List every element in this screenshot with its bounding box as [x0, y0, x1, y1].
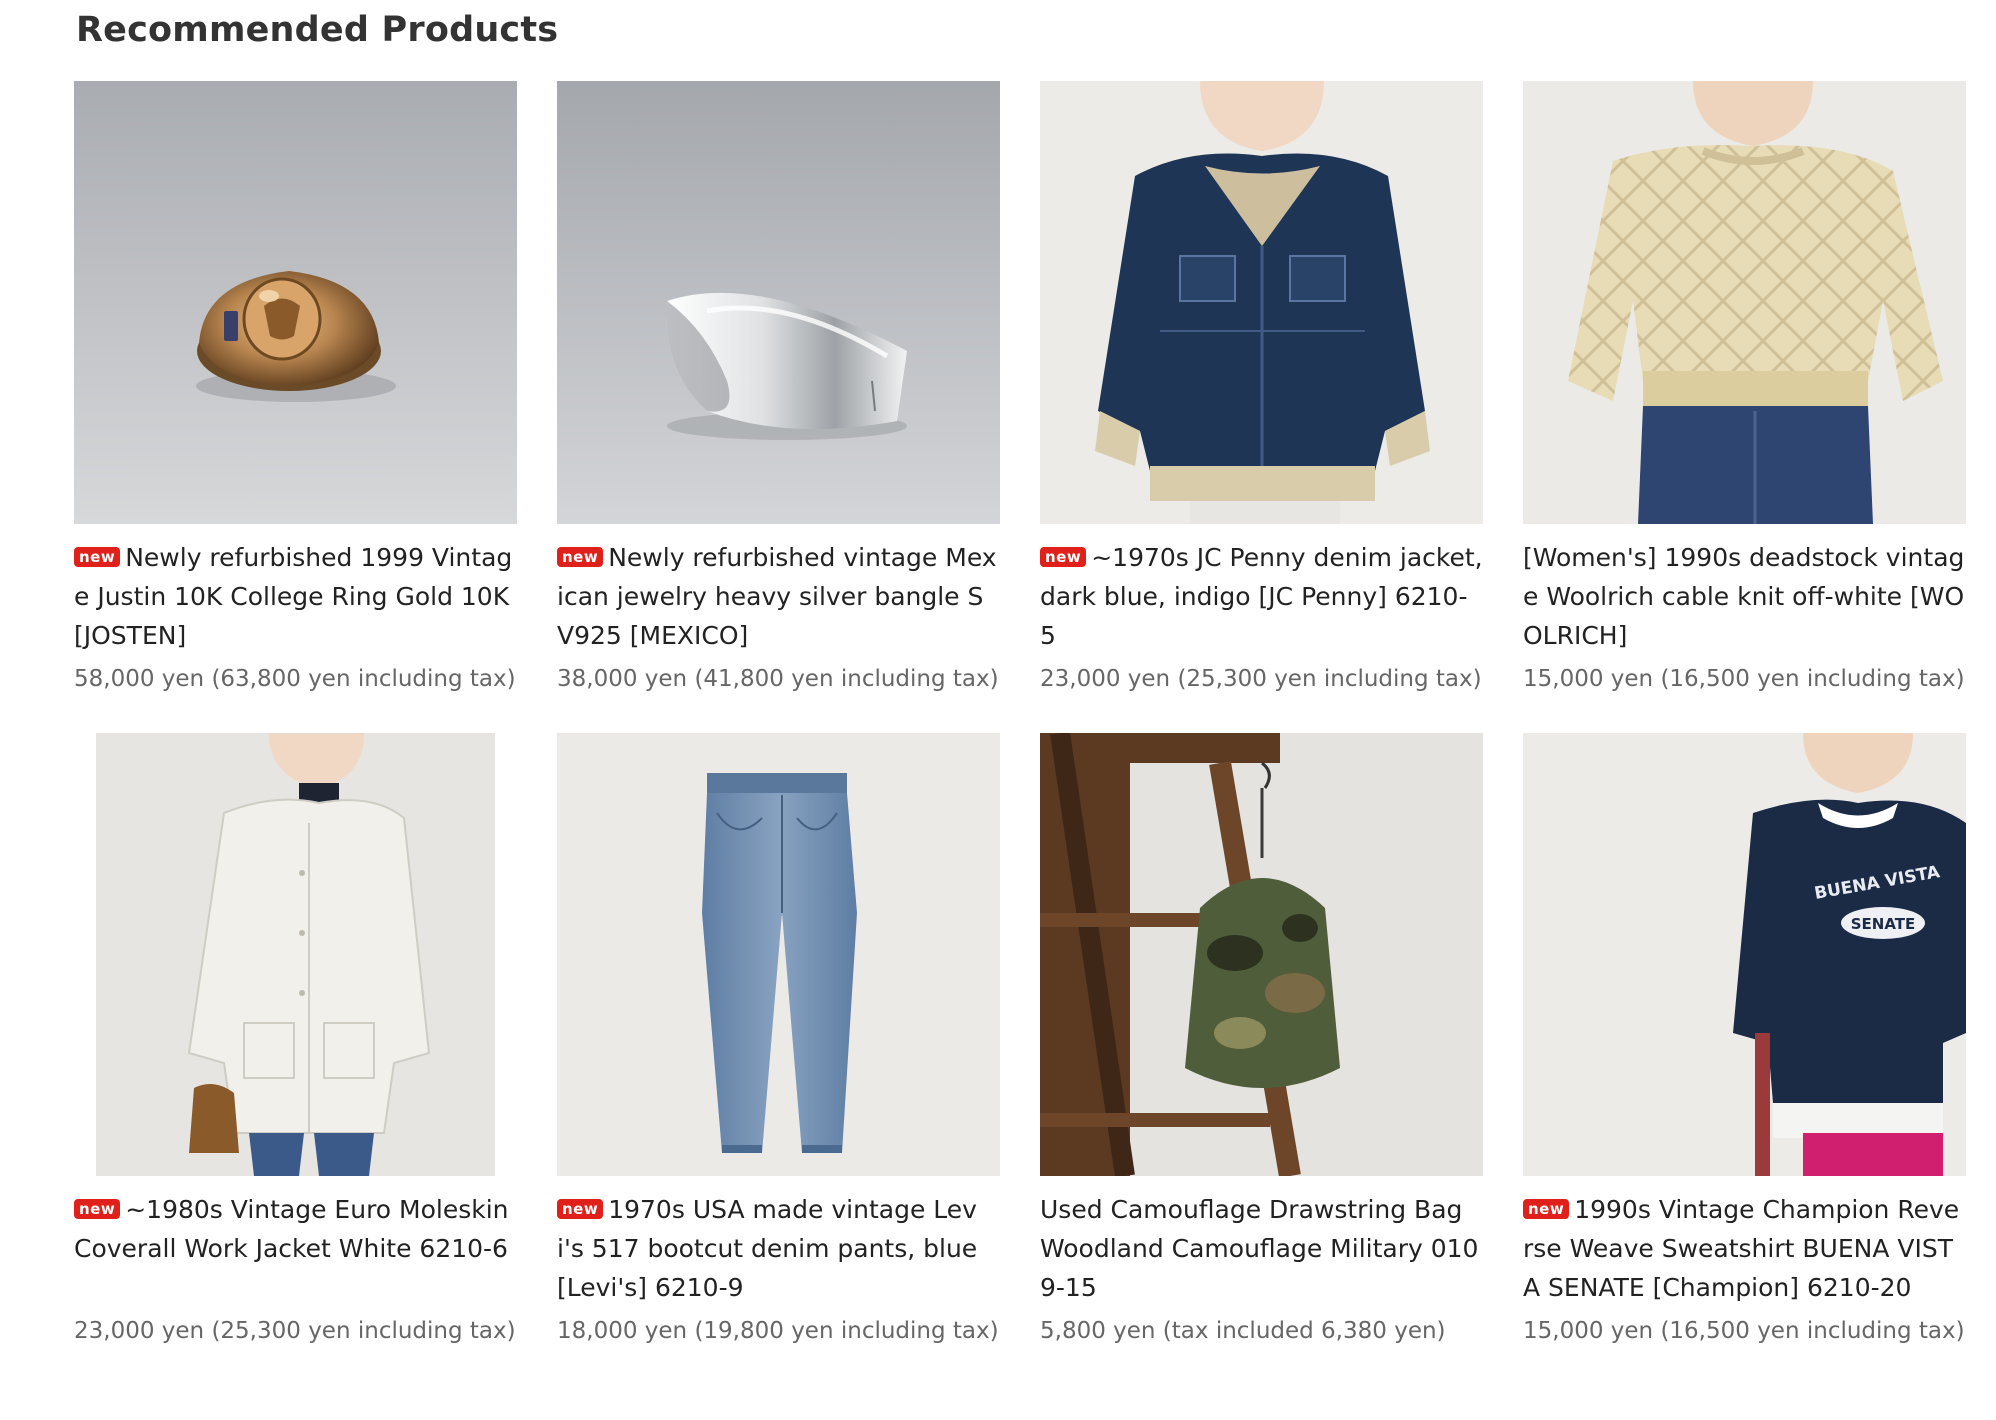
product-title-text[interactable]: Used Camouflage Drawstring Bag Woodland …	[1040, 1195, 1478, 1302]
product-title-text[interactable]: Newly refurbished vintage Mexican jewelr…	[557, 543, 997, 650]
new-badge: new	[74, 1199, 121, 1219]
product-card[interactable]: new ~1980s Vintage Euro Moleskin Coverall…	[74, 733, 517, 1349]
product-price: 38,000 yen (41,800 yen including tax)	[557, 666, 999, 692]
product-title-text[interactable]: 1990s Vintage Champion Reverse Weave Swe…	[1523, 1195, 1959, 1302]
denim-pants-image	[557, 733, 1000, 1176]
product-price: 15,000 yen (16,500 yen including tax)	[1523, 666, 1965, 692]
product-price: 5,800 yen (tax included 6,380 yen)	[1040, 1318, 1446, 1344]
product-image[interactable]: SENATE BUENA VISTA	[1523, 733, 1966, 1176]
new-badge: new	[74, 547, 121, 567]
product-card[interactable]: new Newly refurbished 1999 Vintage Justin…	[74, 81, 517, 697]
product-image[interactable]	[1040, 733, 1483, 1176]
sweatshirt-print-bottom: SENATE	[1851, 915, 1916, 933]
gold-ring-image	[74, 81, 517, 524]
product-title[interactable]: new 1990s Vintage Champion Reverse Weave …	[1523, 1190, 1966, 1307]
new-badge: new	[557, 547, 604, 567]
product-title-text[interactable]: Newly refurbished 1999 Vintage Justin 10…	[74, 543, 512, 650]
product-title-text[interactable]: ~1980s Vintage Euro Moleskin Coverall Wo…	[74, 1195, 509, 1263]
product-price: 23,000 yen (25,300 yen including tax)	[1040, 666, 1482, 692]
silver-bangle-image	[557, 81, 1000, 524]
denim-jacket-image	[1040, 81, 1483, 524]
product-title-text[interactable]: ~1970s JC Penny denim jacket, dark blue,…	[1040, 543, 1483, 650]
product-title-text[interactable]: 1970s USA made vintage Levi's 517 bootcu…	[557, 1195, 977, 1302]
product-title[interactable]: new ~1980s Vintage Euro Moleskin Coverall…	[74, 1190, 517, 1307]
product-price: 23,000 yen (25,300 yen including tax)	[74, 1318, 516, 1344]
product-card[interactable]: Used Camouflage Drawstring Bag Woodland …	[1040, 733, 1483, 1349]
white-coverall-jacket-image	[74, 733, 517, 1176]
product-title[interactable]: Used Camouflage Drawstring Bag Woodland …	[1040, 1190, 1483, 1307]
product-image[interactable]	[557, 81, 1000, 524]
new-badge: new	[557, 1199, 604, 1219]
product-title[interactable]: new ~1970s JC Penny denim jacket, dark bl…	[1040, 538, 1483, 655]
section-title: Recommended Products	[76, 10, 559, 50]
product-card[interactable]: [Women's] 1990s deadstock vintage Woolri…	[1523, 81, 1966, 697]
new-badge: new	[1523, 1199, 1570, 1219]
product-price: 58,000 yen (63,800 yen including tax)	[74, 666, 516, 692]
camouflage-bag-image	[1040, 733, 1483, 1176]
product-title[interactable]: new Newly refurbished 1999 Vintage Justin…	[74, 538, 517, 655]
product-card[interactable]: new 1970s USA made vintage Levi's 517 boo…	[557, 733, 1000, 1349]
product-price: 18,000 yen (19,800 yen including tax)	[557, 1318, 999, 1344]
product-title[interactable]: [Women's] 1990s deadstock vintage Woolri…	[1523, 538, 1966, 655]
navy-sweatshirt-image: SENATE BUENA VISTA	[1523, 733, 1966, 1176]
product-title-text[interactable]: [Women's] 1990s deadstock vintage Woolri…	[1523, 543, 1964, 650]
product-title[interactable]: new Newly refurbished vintage Mexican jew…	[557, 538, 1000, 655]
product-image[interactable]	[1523, 81, 1966, 524]
product-card[interactable]: new Newly refurbished vintage Mexican jew…	[557, 81, 1000, 697]
cable-knit-sweater-image	[1523, 81, 1966, 524]
product-image[interactable]	[1040, 81, 1483, 524]
product-card[interactable]: SENATE BUENA VISTA new 1990s Vintage Cham…	[1523, 733, 1966, 1349]
product-image[interactable]	[557, 733, 1000, 1176]
new-badge: new	[1040, 547, 1087, 567]
product-image[interactable]	[74, 733, 517, 1176]
product-card[interactable]: new ~1970s JC Penny denim jacket, dark bl…	[1040, 81, 1483, 697]
product-image[interactable]	[74, 81, 517, 524]
product-title[interactable]: new 1970s USA made vintage Levi's 517 boo…	[557, 1190, 1000, 1307]
product-grid: new Newly refurbished 1999 Vintage Justin…	[74, 81, 1966, 1349]
product-price: 15,000 yen (16,500 yen including tax)	[1523, 1318, 1965, 1344]
